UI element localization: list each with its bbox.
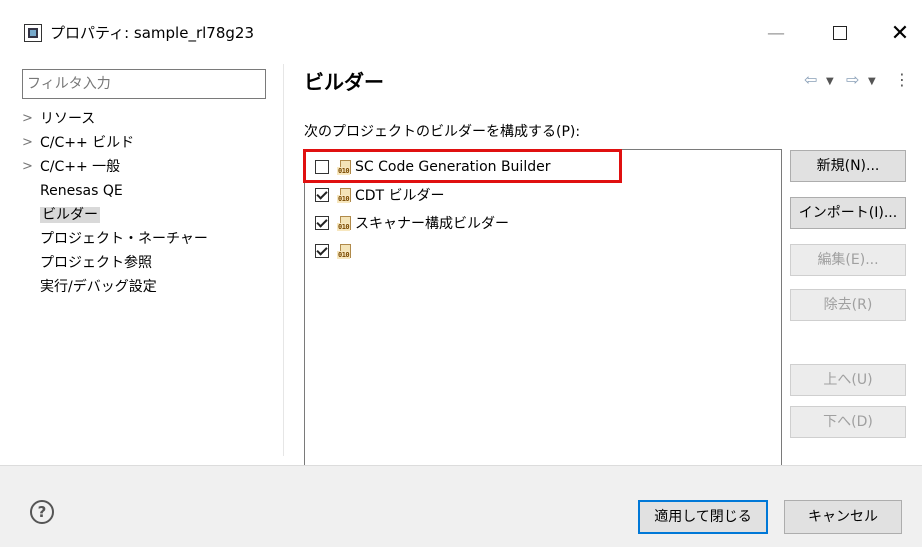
builder-checkbox[interactable] <box>315 160 329 174</box>
chip-icon <box>24 24 42 42</box>
new-button[interactable]: 新規(N)... <box>790 150 906 182</box>
tree-item-label: リソース <box>40 111 96 127</box>
chevron-right-icon[interactable]: > <box>22 107 33 131</box>
tree-item-cpp-build[interactable]: > C/C++ ビルド <box>22 131 272 155</box>
binary-file-icon: 010 <box>337 243 353 259</box>
back-arrow-icon[interactable]: ⇦ <box>804 70 817 89</box>
list-item[interactable]: 010 <box>315 239 355 263</box>
apply-and-close-button[interactable]: 適用して閉じる <box>638 500 768 534</box>
builder-checkbox[interactable] <box>315 216 329 230</box>
filter-input[interactable]: フィルタ入力 <box>22 69 266 99</box>
page-title: ビルダー <box>304 70 384 94</box>
tree-item-resource[interactable]: > リソース <box>22 107 272 131</box>
tree-item-project-references[interactable]: プロジェクト参照 <box>22 251 272 275</box>
close-button[interactable]: ✕ <box>880 18 920 48</box>
maximize-button[interactable] <box>820 18 860 48</box>
title-bar: プロパティ: sample_rl78g23 — ✕ <box>0 0 922 72</box>
forward-dropdown-icon[interactable]: ▼ <box>868 76 876 87</box>
builders-section-label: 次のプロジェクトのビルダーを構成する(P): <box>304 124 581 140</box>
chevron-right-icon[interactable]: > <box>22 131 33 155</box>
import-button[interactable]: インポート(I)... <box>790 197 906 229</box>
move-down-button[interactable]: 下へ(D) <box>790 406 906 438</box>
tree-item-run-debug-settings[interactable]: 実行/デバッグ設定 <box>22 275 272 299</box>
tree-item-label: C/C++ ビルド <box>40 135 135 151</box>
help-icon[interactable]: ? <box>30 500 54 524</box>
cancel-button[interactable]: キャンセル <box>784 500 902 534</box>
minimize-button[interactable]: — <box>756 18 796 48</box>
list-item[interactable]: 010 SC Code Generation Builder <box>315 155 550 179</box>
builder-label: スキャナー構成ビルダー <box>355 216 509 232</box>
property-tree: > リソース > C/C++ ビルド > C/C++ 一般 Renesas QE… <box>22 107 272 299</box>
tree-item-project-natures[interactable]: プロジェクト・ネーチャー <box>22 227 272 251</box>
remove-button[interactable]: 除去(R) <box>790 289 906 321</box>
binary-file-icon: 010 <box>337 159 353 175</box>
tree-item-label: C/C++ 一般 <box>40 159 121 175</box>
binary-file-icon: 010 <box>337 215 353 231</box>
edit-button[interactable]: 編集(E)... <box>790 244 906 276</box>
tree-item-builders[interactable]: ビルダー <box>22 203 272 227</box>
builder-checkbox[interactable] <box>315 244 329 258</box>
tree-item-label: ビルダー <box>40 207 100 223</box>
tree-item-cpp-general[interactable]: > C/C++ 一般 <box>22 155 272 179</box>
tree-item-label: プロジェクト参照 <box>40 255 152 271</box>
tree-item-label: プロジェクト・ネーチャー <box>40 231 208 247</box>
view-menu-icon[interactable]: ⋮ <box>894 70 910 89</box>
move-up-button[interactable]: 上へ(U) <box>790 364 906 396</box>
list-item[interactable]: 010 CDT ビルダー <box>315 183 445 207</box>
window-title: プロパティ: sample_rl78g23 <box>50 24 254 42</box>
builder-label: SC Code Generation Builder <box>355 159 551 175</box>
builder-list[interactable]: 010 SC Code Generation Builder 010 CDT ビ… <box>304 149 782 466</box>
tree-item-label: 実行/デバッグ設定 <box>40 279 157 295</box>
maximize-icon <box>833 26 847 40</box>
back-dropdown-icon[interactable]: ▼ <box>826 76 834 87</box>
builder-checkbox[interactable] <box>315 188 329 202</box>
builder-label: CDT ビルダー <box>355 188 445 204</box>
splitter[interactable] <box>283 64 284 456</box>
binary-file-icon: 010 <box>337 187 353 203</box>
tree-item-renesas-qe[interactable]: Renesas QE <box>22 179 272 203</box>
tree-item-label: Renesas QE <box>40 183 123 199</box>
list-item[interactable]: 010 スキャナー構成ビルダー <box>315 211 509 235</box>
forward-arrow-icon[interactable]: ⇨ <box>846 70 859 89</box>
chevron-right-icon[interactable]: > <box>22 155 33 179</box>
